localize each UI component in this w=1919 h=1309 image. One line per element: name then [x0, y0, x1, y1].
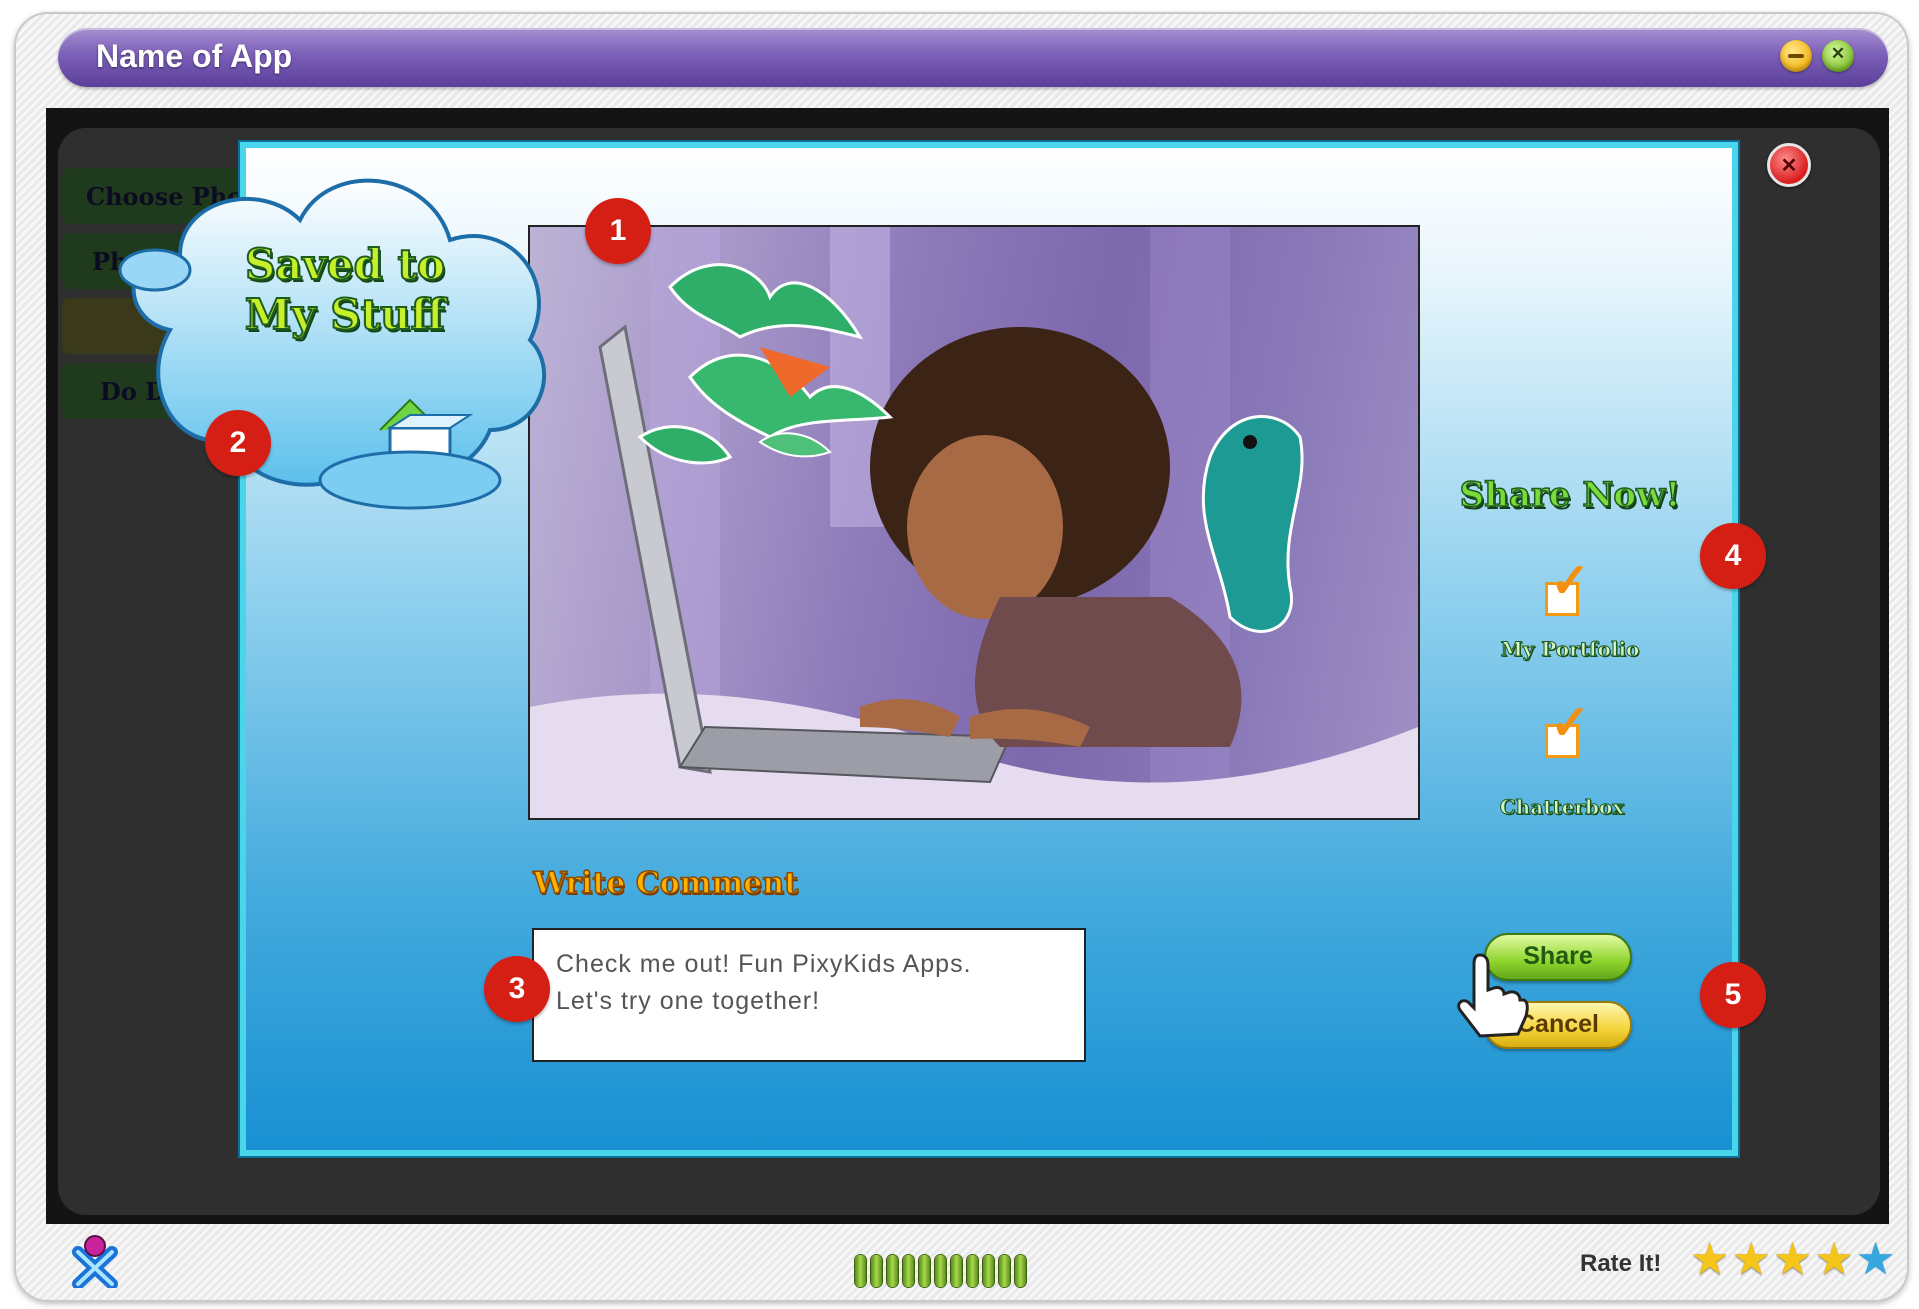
callout-3: 3	[484, 956, 550, 1022]
loading-segment	[951, 1255, 962, 1287]
loading-segment	[983, 1255, 994, 1287]
callout-4: 4	[1700, 523, 1766, 589]
star-icon[interactable]: ★	[1690, 1238, 1729, 1282]
checkmark-icon: ✓	[1550, 697, 1591, 750]
loading-segment	[855, 1255, 866, 1287]
rate-label: Rate It!	[1580, 1250, 1662, 1277]
title-bar: Name of App	[58, 28, 1888, 87]
star-icon[interactable]: ★	[1814, 1238, 1853, 1282]
star-icon[interactable]: ★	[1856, 1238, 1895, 1282]
loading-indicator-icon	[855, 1255, 1026, 1287]
star-rating[interactable]: ★ ★ ★ ★ ★	[1690, 1238, 1895, 1282]
callout-1: 1	[585, 198, 651, 264]
pixykids-logo-icon[interactable]	[70, 1232, 120, 1288]
loading-segment	[935, 1255, 946, 1287]
share-heading: Share Now!	[1459, 474, 1681, 516]
portfolio-label: My Portfolio	[1500, 637, 1640, 662]
loading-segment	[967, 1255, 978, 1287]
loading-segment	[903, 1255, 914, 1287]
loading-segment	[871, 1255, 882, 1287]
loading-segment	[887, 1255, 898, 1287]
star-icon[interactable]: ★	[1773, 1238, 1812, 1282]
checkmark-icon: ✓	[1550, 555, 1591, 608]
close-icon[interactable]	[1822, 40, 1854, 72]
saved-badge-title: Saved to My Stuff	[244, 239, 446, 340]
minimize-icon[interactable]	[1780, 40, 1812, 72]
pointer-hand-icon	[1457, 953, 1529, 1038]
comment-textarea[interactable]: Check me out! Fun PixyKids Apps. Let's t…	[532, 928, 1086, 1062]
callout-5: 5	[1700, 962, 1766, 1028]
callout-2: 2	[205, 410, 271, 476]
comment-heading: Write Comment	[532, 865, 799, 902]
window-title: Name of App	[96, 38, 293, 74]
star-icon[interactable]: ★	[1731, 1238, 1770, 1282]
chatterbox-label: Chatterbox	[1499, 795, 1625, 820]
shared-photo	[528, 225, 1420, 820]
loading-segment	[919, 1255, 930, 1287]
loading-segment	[999, 1255, 1010, 1287]
modal-close-icon[interactable]: ✕	[1767, 143, 1811, 187]
photo-illustration	[530, 227, 1418, 818]
loading-segment	[1015, 1255, 1026, 1287]
